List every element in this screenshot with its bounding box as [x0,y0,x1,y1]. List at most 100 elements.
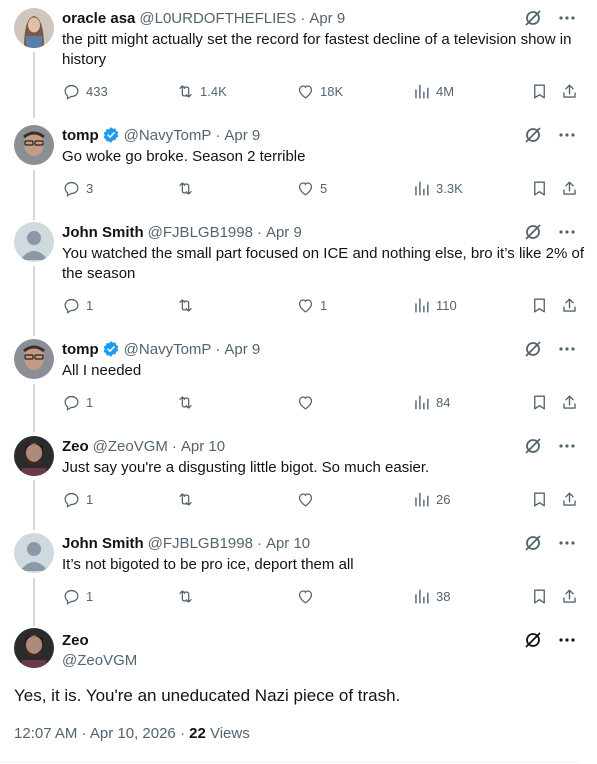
author-name[interactable]: Zeo [62,438,89,455]
reply-button[interactable]: 1 [62,587,93,606]
like-button[interactable]: 5 [296,179,327,198]
reply-tweet[interactable]: John Smith @FJBLGB1998 · Apr 10 It’s not big… [0,533,597,633]
like-count: 5 [320,181,328,196]
bookmark-button[interactable] [530,296,549,315]
tweet-date[interactable]: Apr 9 [224,127,260,144]
share-button[interactable] [560,587,579,606]
repost-icon [179,493,192,506]
reply-button[interactable]: 3 [62,179,93,198]
tweet-text: the pitt might actually set the record f… [62,31,572,68]
grok-icon[interactable] [523,222,543,242]
avatar-man-icon[interactable] [14,339,54,379]
reply-icon [64,181,79,197]
avatar-bearded-man-icon[interactable] [14,436,54,476]
share-button[interactable] [560,82,579,101]
views-icon [415,589,429,604]
author-handle[interactable]: @NavyTomP [124,127,212,144]
reply-tweet[interactable]: tomp @NavyTomP · Apr 9 Go woke go broke. Sea… [0,125,597,225]
reply-button[interactable]: 1 [62,296,93,315]
views-button[interactable]: 38 [412,587,450,606]
reply-tweet[interactable]: Zeo @ZeoVGM · Apr 10 Just say you're a disgu… [0,436,597,536]
avatar-bearded-man-icon[interactable] [14,628,54,668]
bookmark-button[interactable] [530,82,549,101]
author-name[interactable]: tomp [62,127,99,144]
tweet-timestamp[interactable]: 12:07 AM · Apr 10, 2026 · [14,725,185,742]
separator-dot: · [215,126,221,144]
reply-icon [64,492,79,508]
views-button[interactable]: 26 [412,490,450,509]
like-button[interactable]: 18K [296,82,343,101]
author-handle[interactable]: @FJBLGB1998 [148,535,253,552]
repost-button[interactable] [176,587,200,606]
author-handle[interactable]: @L0URDOFTHEFLIES [139,10,296,27]
more-icon[interactable] [557,222,577,242]
author-name[interactable]: John Smith [62,535,144,552]
tweet-date[interactable]: Apr 10 [181,438,225,455]
repost-icon [179,299,192,312]
views-button[interactable]: 3.3K [412,179,463,198]
more-icon[interactable] [557,8,577,28]
reply-button[interactable]: 1 [62,490,93,509]
share-button[interactable] [560,296,579,315]
repost-button[interactable] [176,179,200,198]
reply-tweet[interactable]: John Smith @FJBLGB1998 · Apr 9 You watched t… [0,222,597,322]
bookmark-icon [534,395,545,410]
tweet-date[interactable]: Apr 10 [266,535,310,552]
bookmark-button[interactable] [530,393,549,412]
share-icon [563,84,576,98]
more-icon[interactable] [557,630,577,650]
share-icon [563,589,576,603]
repost-button[interactable] [176,490,200,509]
repost-button[interactable] [176,296,200,315]
repost-button[interactable]: 1.4K [176,82,227,101]
bookmark-button[interactable] [530,490,549,509]
tweet-date[interactable]: Apr 9 [224,341,260,358]
author-name[interactable]: John Smith [62,224,144,241]
default-avatar-icon[interactable] [14,222,54,262]
grok-icon[interactable] [523,533,543,553]
share-button[interactable] [560,393,579,412]
like-button[interactable] [296,490,320,509]
author-name[interactable]: tomp [62,341,99,358]
repost-button[interactable] [176,393,200,412]
views-button[interactable]: 4M [412,82,454,101]
reply-button[interactable]: 1 [62,393,93,412]
grok-icon[interactable] [523,125,543,145]
like-button[interactable] [296,587,320,606]
reply-button[interactable]: 433 [62,82,108,101]
like-button[interactable] [296,393,320,412]
tweet-date[interactable]: Apr 9 [266,224,302,241]
reply-count: 3 [86,181,94,196]
views-button[interactable]: 84 [412,393,450,412]
author-handle[interactable]: @NavyTomP [124,341,212,358]
more-icon[interactable] [557,125,577,145]
author-handle[interactable]: @FJBLGB1998 [148,224,253,241]
avatar-woman-icon[interactable] [14,8,54,48]
share-button[interactable] [560,490,579,509]
avatar-man-icon[interactable] [14,125,54,165]
grok-icon[interactable] [523,436,543,456]
more-icon[interactable] [557,533,577,553]
bookmark-button[interactable] [530,587,549,606]
author-name[interactable]: oracle asa [62,10,135,27]
tweet-date[interactable]: Apr 9 [309,10,345,27]
more-icon[interactable] [557,339,577,359]
like-icon [298,299,313,313]
reply-icon [64,84,79,100]
separator-dot: · [171,437,177,455]
grok-icon[interactable] [523,8,543,28]
default-avatar-icon[interactable] [14,533,54,573]
views-button[interactable]: 110 [412,296,457,315]
reply-tweet[interactable]: tomp @NavyTomP · Apr 9 All I needed 1 84 [0,339,597,439]
author-name[interactable]: Zeo [62,632,89,649]
like-button[interactable]: 1 [296,296,327,315]
bookmark-button[interactable] [530,179,549,198]
author-handle[interactable]: @ZeoVGM [93,438,168,455]
more-icon[interactable] [557,436,577,456]
reply-tweet[interactable]: oracle asa @L0URDOFTHEFLIES · Apr 9 the pitt… [0,8,597,108]
grok-icon[interactable] [523,339,543,359]
grok-icon[interactable] [523,630,543,650]
author-handle[interactable]: @ZeoVGM [62,652,137,669]
share-button[interactable] [560,179,579,198]
like-icon [298,85,313,99]
